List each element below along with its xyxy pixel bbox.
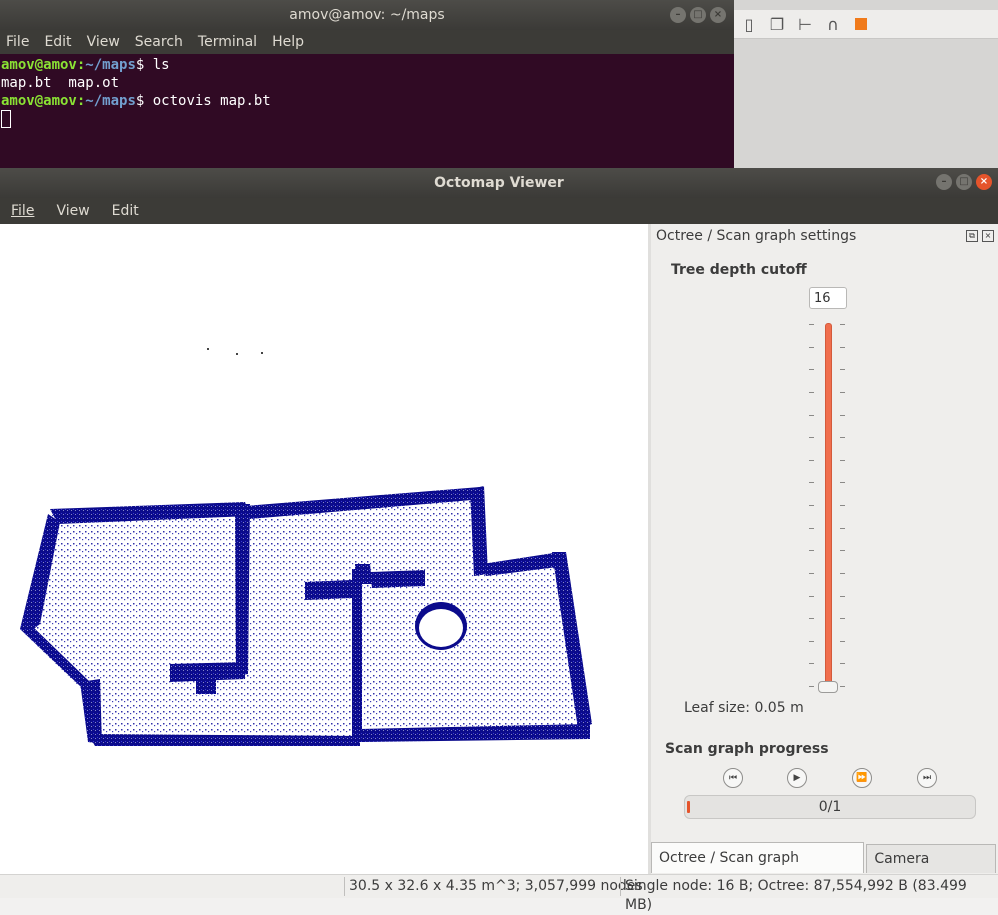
octomap-3d-viewport[interactable]	[0, 224, 648, 874]
tab-camera-settings[interactable]: Camera settings	[866, 844, 996, 895]
slider-tick	[840, 460, 845, 461]
status-volume-nodes: 30.5 x 32.6 x 4.35 m^3; 3,057,999 nodes	[344, 877, 643, 896]
dock-tabbar: Octree / Scan graph settings Camera sett…	[651, 842, 998, 896]
tab-octree-settings[interactable]: Octree / Scan graph settings	[651, 842, 865, 896]
slider-tick	[809, 573, 814, 574]
slider-tick	[809, 437, 814, 438]
tree-depth-spinbox[interactable]: 16	[809, 287, 847, 309]
terminal-line: map.bt map.ot	[1, 75, 120, 91]
maximize-icon[interactable]: □	[956, 174, 972, 190]
slider-tick	[840, 528, 845, 529]
slider-tick	[809, 460, 814, 461]
terminal-titlebar[interactable]: amov@amov: ~/maps – □ ×	[0, 0, 734, 30]
minimize-icon[interactable]: –	[936, 174, 952, 190]
document-icon[interactable]: ▯	[738, 14, 760, 34]
close-icon[interactable]: ×	[982, 230, 994, 242]
menu-edit[interactable]: Edit	[112, 203, 139, 219]
progress-text: 0/1	[818, 799, 842, 815]
cube-icon[interactable]	[850, 14, 872, 34]
dock-title: Octree / Scan graph settings	[656, 228, 857, 244]
slider-tick	[809, 505, 814, 506]
slider-tick	[840, 347, 845, 348]
skip-to-end-icon[interactable]: ⏭	[917, 768, 937, 788]
leaf-size: Leaf size: 0.05 m	[684, 700, 804, 716]
slider-tick	[840, 573, 845, 574]
magnet-icon[interactable]: ∩	[822, 14, 844, 34]
slider-tick	[809, 482, 814, 483]
terminal-line: amov@amov:~/maps$ ls	[1, 57, 170, 73]
copy-icon[interactable]: ❐	[766, 14, 788, 34]
slider-tick	[840, 618, 845, 619]
status-bar: 30.5 x 32.6 x 4.35 m^3; 3,057,999 nodes …	[0, 874, 998, 913]
terminal-title: amov@amov: ~/maps	[289, 7, 445, 23]
slider-tick	[809, 369, 814, 370]
octree-settings-dock: Octree / Scan graph settings ⧉ × Tree de…	[651, 224, 998, 896]
octomap-viewer-window: Octomap Viewer – □ × File View Edit Octr…	[0, 168, 998, 913]
slider-tick	[840, 641, 845, 642]
slider-tick	[840, 415, 845, 416]
slider-tick	[840, 482, 845, 483]
float-icon[interactable]: ⧉	[966, 230, 978, 242]
leaf-size-label: Leaf size:	[684, 700, 750, 716]
slider-tick	[840, 663, 845, 664]
menu-file[interactable]: File	[11, 203, 34, 219]
slider-tick	[809, 324, 814, 325]
menu-view[interactable]: View	[56, 203, 89, 219]
play-icon[interactable]: ▶	[787, 768, 807, 788]
tree-depth-label: Tree depth cutoff	[671, 262, 807, 278]
minimize-icon[interactable]: –	[670, 7, 686, 23]
octomap-render	[20, 348, 592, 746]
close-icon[interactable]: ×	[710, 7, 726, 23]
text-cursor	[1, 110, 11, 128]
align-icon[interactable]: ⊢	[794, 14, 816, 34]
fast-forward-icon[interactable]: ⏩	[852, 768, 872, 788]
viewer-titlebar[interactable]: Octomap Viewer – □ ×	[0, 168, 998, 198]
slider-tick	[840, 686, 845, 687]
slider-tick	[840, 369, 845, 370]
scan-progress-label: Scan graph progress	[665, 741, 829, 757]
menu-terminal[interactable]: Terminal	[198, 34, 257, 50]
slider-tick	[809, 663, 814, 664]
slider-tick	[840, 596, 845, 597]
terminal-window: amov@amov: ~/maps – □ × File Edit View S…	[0, 0, 734, 168]
background-toolbar: ▯ ❐ ⊢ ∩	[734, 10, 998, 39]
skip-to-start-icon[interactable]: ⏮	[723, 768, 743, 788]
slider-tick	[809, 347, 814, 348]
slider-tick	[809, 528, 814, 529]
menu-help[interactable]: Help	[272, 34, 304, 50]
menu-file[interactable]: File	[6, 34, 29, 50]
menu-edit[interactable]: Edit	[44, 34, 71, 50]
slider-tick	[809, 618, 814, 619]
slider-tick	[809, 392, 814, 393]
slider-tick	[840, 550, 845, 551]
close-icon[interactable]: ×	[976, 174, 992, 190]
tree-depth-slider-handle[interactable]	[818, 681, 838, 693]
scan-progress-bar: 0/1	[684, 795, 976, 819]
progress-indicator	[687, 801, 690, 813]
terminal-line: amov@amov:~/maps$ octovis map.bt	[1, 93, 271, 109]
tree-depth-slider[interactable]	[825, 323, 832, 689]
slider-tick	[809, 641, 814, 642]
menu-search[interactable]: Search	[135, 34, 183, 50]
background-app-window: ▯ ❐ ⊢ ∩	[734, 0, 998, 168]
slider-tick	[840, 505, 845, 506]
terminal-cursor-line	[1, 110, 734, 128]
slider-tick	[840, 437, 845, 438]
terminal-output[interactable]: amov@amov:~/maps$ ls map.bt map.ot amov@am…	[0, 54, 734, 128]
viewer-menubar: File View Edit	[0, 198, 998, 224]
menu-view[interactable]: View	[87, 34, 120, 50]
terminal-menubar: File Edit View Search Terminal Help	[0, 30, 734, 54]
viewer-title: Octomap Viewer	[434, 175, 564, 191]
slider-tick	[809, 550, 814, 551]
slider-tick	[809, 686, 814, 687]
slider-tick	[809, 415, 814, 416]
slider-tick	[840, 392, 845, 393]
status-memory: Single node: 16 B; Octree: 87,554,992 B …	[620, 877, 998, 913]
maximize-icon[interactable]: □	[690, 7, 706, 23]
slider-tick	[840, 324, 845, 325]
leaf-size-value: 0.05 m	[754, 700, 804, 716]
slider-tick	[809, 596, 814, 597]
